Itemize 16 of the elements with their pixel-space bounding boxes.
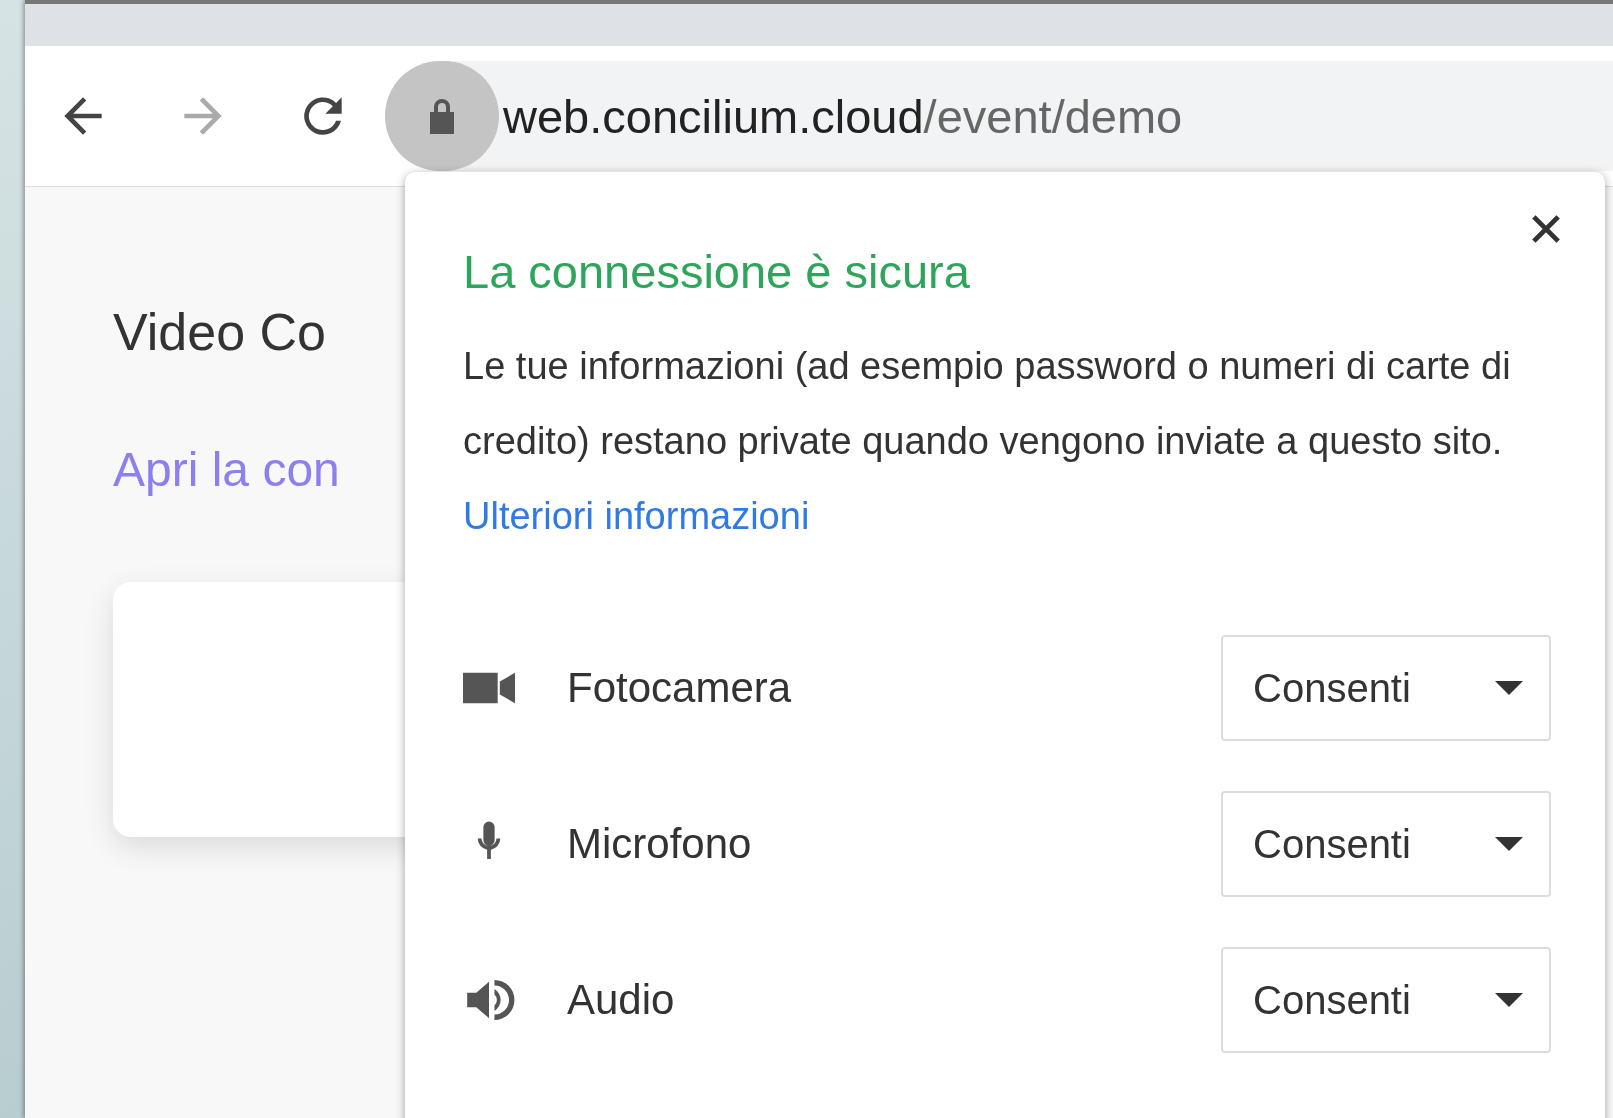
close-icon[interactable] bbox=[1529, 212, 1563, 246]
permission-dropdown[interactable]: Consenti bbox=[1221, 947, 1551, 1053]
caret-icon bbox=[1495, 681, 1523, 695]
permission-label: Fotocamera bbox=[567, 664, 792, 712]
url-text: web.concilium.cloud/event/demo bbox=[503, 88, 1183, 144]
popup-title: La connessione è sicura bbox=[463, 244, 971, 299]
permission-label: Audio bbox=[567, 976, 675, 1024]
address-bar[interactable]: web.concilium.cloud/event/demo bbox=[385, 61, 1613, 171]
learn-more-link[interactable]: Ulteriori informazioni bbox=[463, 495, 810, 537]
description-text: Le tue informazioni (ad esempio password o numeri di carte di credito) restano private quando vengono inviate a questo sito. Ulteriori informazioni bbox=[463, 344, 1512, 539]
caret-icon bbox=[1495, 993, 1523, 1007]
permission-dropdown[interactable]: Consenti bbox=[1221, 635, 1551, 741]
caret-icon bbox=[1495, 837, 1523, 851]
permission-label: Microfono bbox=[567, 820, 752, 868]
page-heading: Video Co bbox=[113, 302, 327, 362]
permission-dropdown[interactable]: Consenti bbox=[1221, 791, 1551, 897]
